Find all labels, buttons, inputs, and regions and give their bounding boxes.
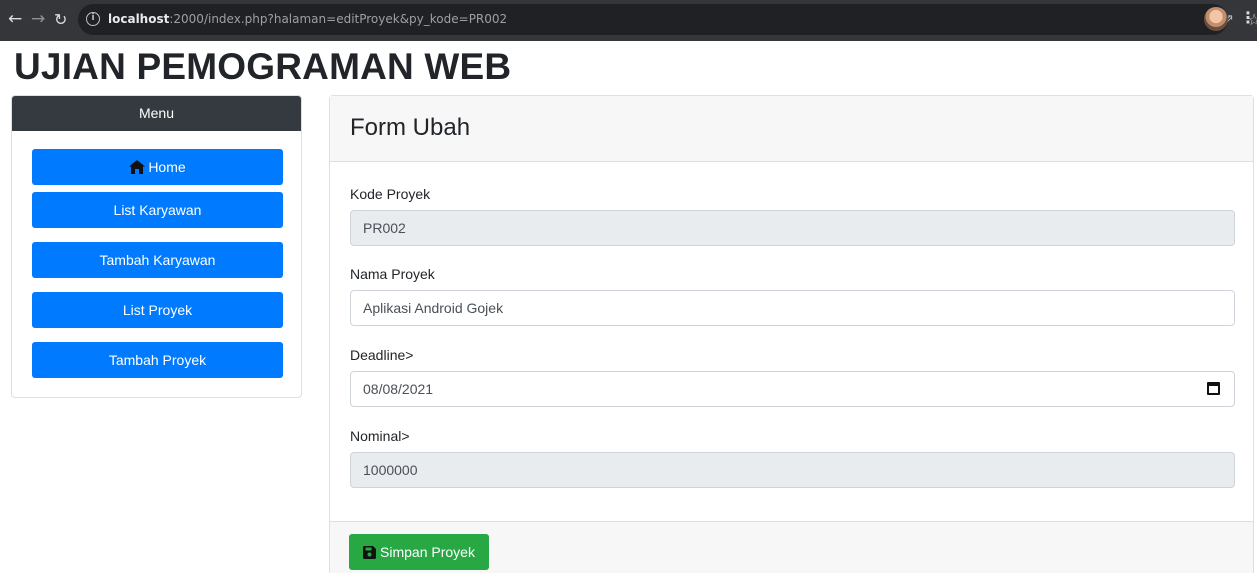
save-button-label: Simpan Proyek bbox=[380, 544, 475, 560]
sidebar-item-label: Tambah Proyek bbox=[108, 352, 207, 368]
sidebar-item-home[interactable]: Home bbox=[32, 149, 283, 185]
nama-proyek-label: Nama Proyek bbox=[350, 266, 435, 282]
reload-icon[interactable]: ↻ bbox=[54, 11, 67, 28]
nominal-field[interactable]: 1000000 bbox=[350, 452, 1235, 488]
kode-proyek-field[interactable]: PR002 bbox=[350, 210, 1235, 246]
site-info-icon[interactable]: i bbox=[86, 12, 100, 26]
edit-form-card: Form Ubah Kode Proyek PR002 Nama Proyek … bbox=[329, 95, 1254, 573]
browser-toolbar: ← → ↻ i localhost:2000/index.php?halaman… bbox=[0, 0, 1257, 41]
url-path: :2000/index.php?halaman=editProyek&py_ko… bbox=[169, 12, 508, 26]
deadline-label: Deadline> bbox=[350, 347, 414, 363]
calendar-icon[interactable] bbox=[1207, 382, 1220, 395]
deadline-date-field[interactable]: 08/08/2021 bbox=[350, 371, 1235, 407]
page-title: UJIAN PEMOGRAMAN WEB bbox=[14, 46, 512, 87]
card-footer: Simpan Proyek bbox=[330, 521, 1253, 573]
sidebar-item-tambah-karyawan[interactable]: Tambah Karyawan bbox=[32, 242, 283, 278]
home-icon bbox=[129, 151, 146, 187]
menu-header: Menu bbox=[12, 96, 301, 131]
kode-proyek-label: Kode Proyek bbox=[350, 186, 431, 202]
card-header: Form Ubah bbox=[330, 96, 1253, 162]
sidebar-item-label: List Karyawan bbox=[113, 202, 202, 218]
sidebar-item-list-proyek[interactable]: List Proyek bbox=[32, 292, 283, 328]
sidebar-menu: Menu Home List Karyawan Tambah Karyawan … bbox=[11, 95, 302, 398]
profile-avatar[interactable] bbox=[1204, 7, 1228, 31]
address-bar[interactable]: i localhost:2000/index.php?halaman=editP… bbox=[78, 4, 1257, 35]
deadline-value: 08/08/2021 bbox=[363, 381, 434, 397]
sidebar-item-label: List Proyek bbox=[122, 302, 193, 318]
form-title: Form Ubah bbox=[350, 114, 471, 141]
sidebar-item-list-karyawan[interactable]: List Karyawan bbox=[32, 192, 283, 228]
simpan-proyek-button[interactable]: Simpan Proyek bbox=[349, 534, 489, 570]
forward-arrow-icon[interactable]: → bbox=[31, 11, 45, 28]
address-url[interactable]: localhost:2000/index.php?halaman=editPro… bbox=[108, 12, 507, 26]
back-arrow-icon[interactable]: ← bbox=[8, 11, 22, 28]
sidebar-item-tambah-proyek[interactable]: Tambah Proyek bbox=[32, 342, 283, 378]
browser-menu-icon[interactable]: ⋮ bbox=[1240, 10, 1256, 26]
save-icon bbox=[363, 536, 377, 572]
nominal-label: Nominal> bbox=[350, 428, 410, 444]
url-host: localhost bbox=[108, 12, 170, 26]
sidebar-item-label: Tambah Karyawan bbox=[99, 252, 216, 268]
nama-proyek-field[interactable]: Aplikasi Android Gojek bbox=[350, 290, 1235, 326]
sidebar-item-label: Home bbox=[148, 159, 186, 175]
